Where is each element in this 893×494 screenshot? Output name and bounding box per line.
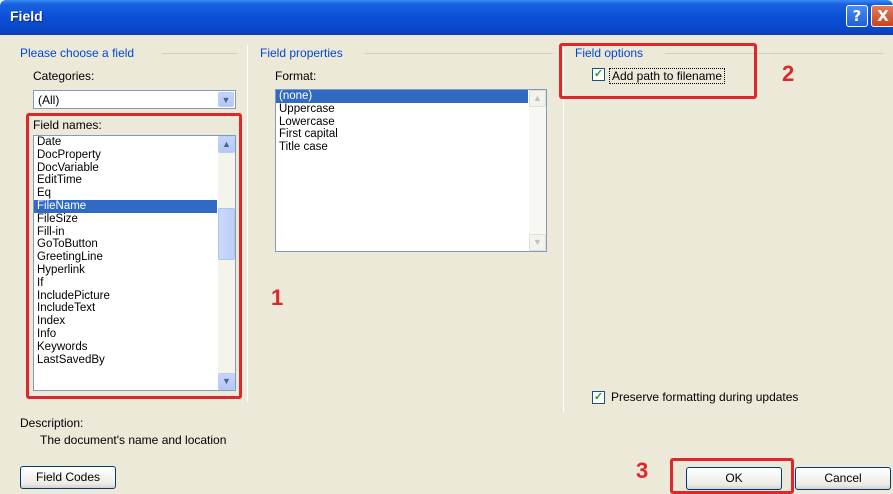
group-line [162,53,237,54]
help-button[interactable]: ? [846,5,868,27]
annotation-number-1: 1 [271,285,284,310]
format-items: (none) Uppercase Lowercase First capital Tit… [276,90,546,154]
format-item[interactable]: Lowercase [276,116,528,129]
categories-dropdown[interactable]: (All) ▼ [33,90,236,109]
format-item[interactable]: (none) [276,90,528,103]
field-codes-button[interactable]: Field Codes [20,466,116,489]
dialog-body: Please choose a field Categories: (All) … [0,35,893,494]
cancel-button[interactable]: Cancel [795,467,891,490]
chevron-down-icon[interactable]: ▼ [218,92,234,107]
divider-left [247,45,248,402]
scroll-down-icon[interactable]: ▼ [529,234,546,251]
format-item[interactable]: Title case [276,141,528,154]
checkmark-icon: ✓ [593,391,604,403]
format-list[interactable]: (none) Uppercase Lowercase First capital Tit… [275,89,547,252]
group-title-field-properties: Field properties [260,46,343,60]
window-title: Field [10,8,43,24]
format-label: Format: [275,69,317,83]
annotation-number-2: 2 [782,61,795,86]
format-scrollbar[interactable]: ▲ ▼ [529,90,546,251]
format-item[interactable]: Uppercase [276,103,528,116]
group-title-choose-field: Please choose a field [20,46,135,60]
annotation-box-field-names [26,113,242,399]
close-button[interactable]: X [871,5,893,27]
categories-value: (All) [38,93,60,107]
description-label: Description: [20,416,84,430]
categories-label: Categories: [33,69,95,83]
group-line [365,53,553,54]
title-bar[interactable]: Field ? X [0,0,893,35]
annotation-number-3: 3 [636,458,649,483]
preserve-formatting-label[interactable]: Preserve formatting during updates [611,390,798,404]
annotation-box-field-options [559,43,757,99]
scroll-up-icon[interactable]: ▲ [529,90,546,107]
divider-right [563,45,564,412]
description-text: The document's name and location [40,433,227,447]
annotation-box-ok [670,458,794,494]
format-item[interactable]: First capital [276,128,528,141]
preserve-formatting-checkbox[interactable]: ✓ [592,391,605,404]
